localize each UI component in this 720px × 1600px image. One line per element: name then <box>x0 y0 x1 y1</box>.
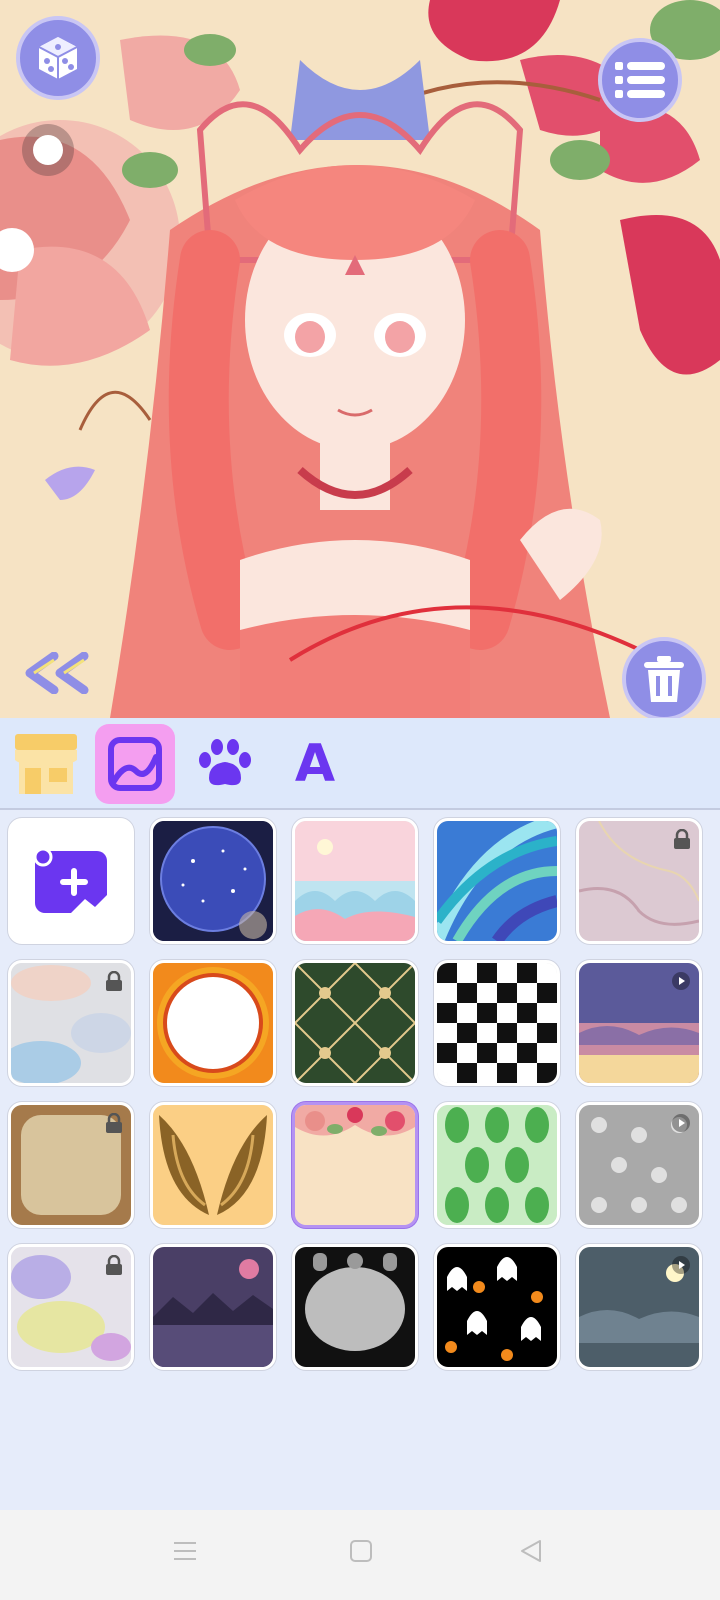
collapse-panel-button[interactable] <box>22 651 94 699</box>
menu-button[interactable] <box>598 38 682 122</box>
video-ad-icon <box>672 972 690 990</box>
paw-icon <box>199 739 251 786</box>
background-tile-purple-splash[interactable] <box>8 1244 134 1370</box>
graveyard-frame-thumbnail <box>295 1247 415 1367</box>
background-tile-halloween-ghosts[interactable] <box>434 1244 560 1370</box>
lock-icon <box>674 829 690 849</box>
back-button[interactable] <box>518 1538 544 1569</box>
lock-icon <box>106 1255 122 1275</box>
checkerboard-thumbnail <box>437 963 557 1083</box>
background-tile-night-clouds[interactable] <box>576 1244 702 1370</box>
background-tile-green-art-deco[interactable] <box>292 960 418 1086</box>
dice-icon <box>38 37 78 79</box>
background-tile-golden-wings[interactable] <box>150 1102 276 1228</box>
background-tile-grey-skulls[interactable] <box>576 1102 702 1228</box>
delete-button[interactable] <box>622 637 706 718</box>
character-preview <box>0 0 720 718</box>
add-image-icon <box>33 847 107 913</box>
video-ad-icon <box>672 1256 690 1274</box>
background-tile-orange-mandala-frame[interactable] <box>150 960 276 1086</box>
recent-apps-icon <box>174 1542 196 1560</box>
background-tile-night-lake[interactable] <box>150 1244 276 1370</box>
video-ad-icon <box>672 1114 690 1132</box>
back-icon <box>521 1540 541 1562</box>
green-leaves-thumbnail <box>437 1105 557 1225</box>
background-grid-panel <box>0 810 720 1510</box>
category-tabs: A <box>0 718 720 810</box>
golden-wings-thumbnail <box>153 1105 273 1225</box>
background-tile-green-leaves[interactable] <box>434 1102 560 1228</box>
green-art-deco-thumbnail <box>295 963 415 1083</box>
system-navigation-bar <box>0 1510 720 1600</box>
background-tile-sunset-sky[interactable] <box>576 960 702 1086</box>
galaxy-sphere-thumbnail <box>153 821 273 941</box>
lock-icon <box>106 1113 122 1133</box>
background-tile-pink-marble[interactable] <box>576 818 702 944</box>
letter-a-icon: A <box>294 734 336 794</box>
background-tile-galaxy-sphere[interactable] <box>150 818 276 944</box>
background-tile-old-paper[interactable] <box>8 1102 134 1228</box>
background-tile-graveyard-frame[interactable] <box>292 1244 418 1370</box>
home-button[interactable] <box>348 1538 374 1569</box>
home-icon <box>350 1540 372 1562</box>
double-chevron-left-icon <box>25 651 89 695</box>
night-lake-thumbnail <box>153 1247 273 1367</box>
orange-mandala-frame-thumbnail <box>153 963 273 1083</box>
floral-frame-thumbnail <box>295 1105 415 1225</box>
list-menu-icon <box>615 62 665 98</box>
shop-icon <box>15 734 77 794</box>
upload-background-tile[interactable] <box>8 818 134 944</box>
background-grid <box>0 810 720 1372</box>
tab-pets[interactable] <box>185 724 265 804</box>
randomize-button[interactable] <box>16 16 100 100</box>
trash-icon <box>644 656 684 702</box>
blue-swirl-thumbnail <box>437 821 557 941</box>
pastel-clouds-thumbnail <box>295 821 415 941</box>
recent-apps-button[interactable] <box>172 1538 198 1569</box>
tab-text[interactable]: A <box>275 724 355 804</box>
halloween-ghosts-thumbnail <box>437 1247 557 1367</box>
background-tile-checkerboard[interactable] <box>434 960 560 1086</box>
visibility-toggle[interactable] <box>22 124 74 176</box>
tab-backgrounds[interactable] <box>95 724 175 804</box>
lock-icon <box>106 971 122 991</box>
background-tile-blue-swirl[interactable] <box>434 818 560 944</box>
background-tile-pastel-clouds[interactable] <box>292 818 418 944</box>
background-tile-watercolor[interactable] <box>8 960 134 1086</box>
background-tile-floral-frame[interactable] <box>292 1102 418 1228</box>
toggle-knob <box>33 135 63 165</box>
background-image-icon <box>108 737 162 791</box>
tab-shop[interactable] <box>6 724 86 804</box>
